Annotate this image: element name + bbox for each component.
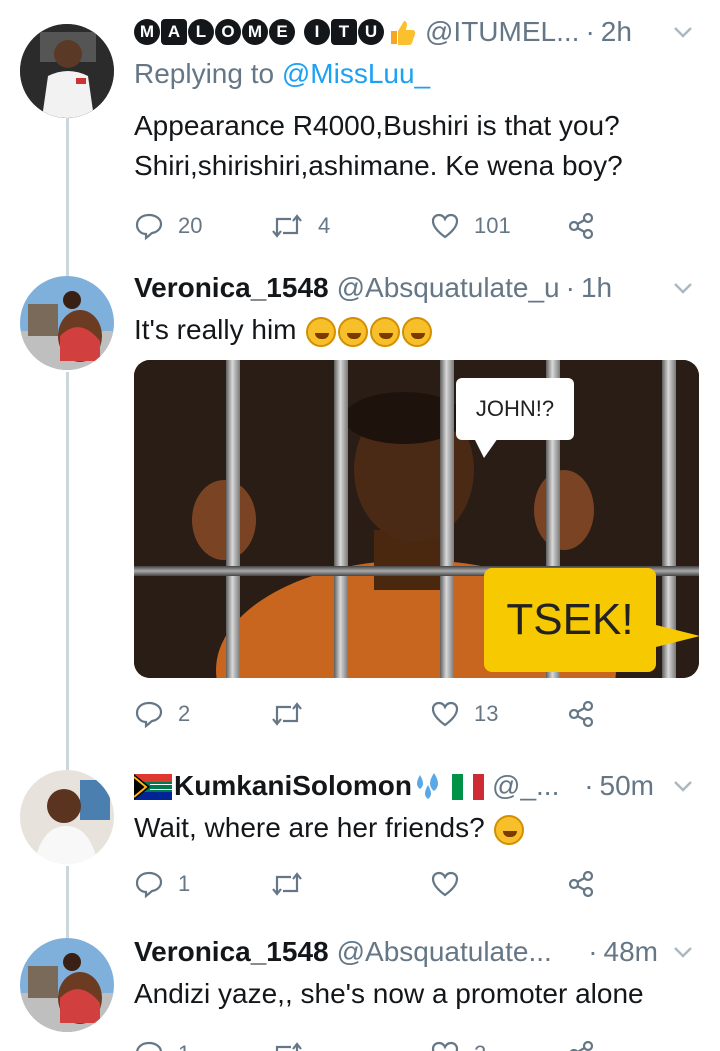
thinking-emoji — [494, 814, 525, 845]
share-icon — [568, 870, 594, 898]
display-name[interactable]: M A L O M E I T U — [134, 17, 417, 47]
share-icon — [568, 700, 594, 728]
like-icon — [431, 871, 459, 897]
tweet-header: M A L O M E I T U @ITUMEL... · 2h — [134, 14, 698, 50]
share-button[interactable] — [566, 699, 596, 729]
chevron-down-icon[interactable] — [668, 17, 698, 47]
tweet-image[interactable]: JOHN!? TSEK! — [134, 360, 699, 678]
share-button[interactable] — [566, 1039, 596, 1051]
display-name[interactable]: KumkaniSolomon — [174, 768, 412, 804]
rofl-emoji — [306, 316, 337, 347]
retweet-icon — [272, 214, 302, 238]
user-handle[interactable]: @_... — [492, 768, 559, 804]
avatar[interactable] — [20, 938, 114, 1032]
like-button[interactable]: 101 — [430, 211, 566, 241]
reply-icon — [135, 701, 163, 729]
user-handle[interactable]: @Absquatulate... — [337, 934, 552, 970]
tweet[interactable]: Veronica_1548 @Absquatulate_u · 1h It's … — [0, 262, 720, 750]
south-africa-flag — [133, 773, 172, 800]
timestamp[interactable]: 48m — [604, 934, 658, 970]
image-caption-top: JOHN!? — [456, 378, 574, 458]
retweet-icon — [272, 872, 302, 896]
like-icon — [431, 1041, 459, 1051]
tweet-text: It's really him — [134, 310, 698, 350]
reply-icon — [135, 871, 163, 899]
display-name[interactable]: Veronica_1548 — [134, 270, 329, 306]
image-caption-bottom: TSEK! — [484, 568, 699, 672]
avatar[interactable] — [20, 770, 114, 864]
user-handle[interactable]: @Absquatulate_u — [337, 270, 560, 306]
retweet-icon — [272, 702, 302, 726]
tweet-header: KumkaniSolomon @_... · 50m — [133, 768, 698, 804]
tweet[interactable]: M A L O M E I T U @ITUMEL... · 2h Replyi… — [0, 0, 720, 262]
rofl-emoji — [402, 316, 433, 347]
avatar[interactable] — [20, 24, 114, 118]
tweet[interactable]: KumkaniSolomon @_... · 50m Wait, where a… — [0, 756, 720, 926]
tweet-actions: 20 4 101 — [134, 206, 698, 246]
tweet-actions: 2 13 — [134, 694, 698, 734]
tweet-header: Veronica_1548 @Absquatulate_u · 1h — [134, 270, 698, 306]
like-button[interactable]: 2 — [430, 1039, 566, 1051]
like-button[interactable]: 13 — [430, 699, 566, 729]
reply-icon — [136, 1041, 162, 1051]
like-icon — [431, 213, 459, 239]
tweet-text: Andizi yaze,, she's now a promoter alone — [134, 978, 644, 1009]
retweet-button[interactable] — [270, 869, 430, 899]
reply-context: Replying to @MissLuu_ — [134, 58, 431, 89]
retweet-button[interactable] — [270, 699, 430, 729]
timestamp[interactable]: 2h — [601, 14, 632, 50]
reply-button[interactable]: 1 — [134, 869, 270, 899]
avatar[interactable] — [20, 276, 114, 370]
share-icon — [569, 1040, 594, 1051]
reply-button[interactable]: 20 — [134, 211, 270, 241]
share-icon — [568, 212, 594, 240]
thumbs-up-icon — [387, 17, 417, 47]
tweet[interactable]: Veronica_1548 @Absquatulate... · 48m And… — [0, 926, 720, 1051]
chevron-down-icon[interactable] — [668, 273, 698, 303]
reply-icon — [135, 213, 163, 241]
user-handle[interactable]: @ITUMEL... — [425, 14, 579, 50]
reply-button[interactable]: 1 — [134, 1039, 270, 1051]
display-name[interactable]: Veronica_1548 — [134, 934, 329, 970]
retweet-icon — [275, 1042, 302, 1051]
retweet-button[interactable]: 4 — [270, 211, 430, 241]
chevron-down-icon[interactable] — [668, 937, 698, 967]
timestamp[interactable]: 50m — [600, 768, 654, 804]
retweet-button[interactable] — [270, 1039, 430, 1051]
reply-button[interactable]: 2 — [134, 699, 270, 729]
rofl-emoji — [338, 316, 369, 347]
like-icon — [431, 701, 459, 727]
tweet-header: Veronica_1548 @Absquatulate... · 48m — [134, 934, 698, 970]
tweet-text: Appearance R4000,Bushiri is that you? Sh… — [134, 110, 623, 181]
sweat-emoji — [414, 771, 448, 801]
rofl-emoji — [370, 316, 401, 347]
tweet-actions: 1 2 — [134, 1034, 698, 1051]
italy-flag — [452, 773, 485, 800]
share-button[interactable] — [566, 211, 596, 241]
reply-mention-link[interactable]: @MissLuu_ — [282, 58, 430, 89]
chevron-down-icon[interactable] — [668, 771, 698, 801]
timestamp[interactable]: 1h — [581, 270, 612, 306]
share-button[interactable] — [566, 869, 596, 899]
tweet-actions: 1 — [134, 864, 698, 904]
like-button[interactable] — [430, 869, 566, 899]
tweet-text: Wait, where are her friends? — [134, 808, 698, 848]
